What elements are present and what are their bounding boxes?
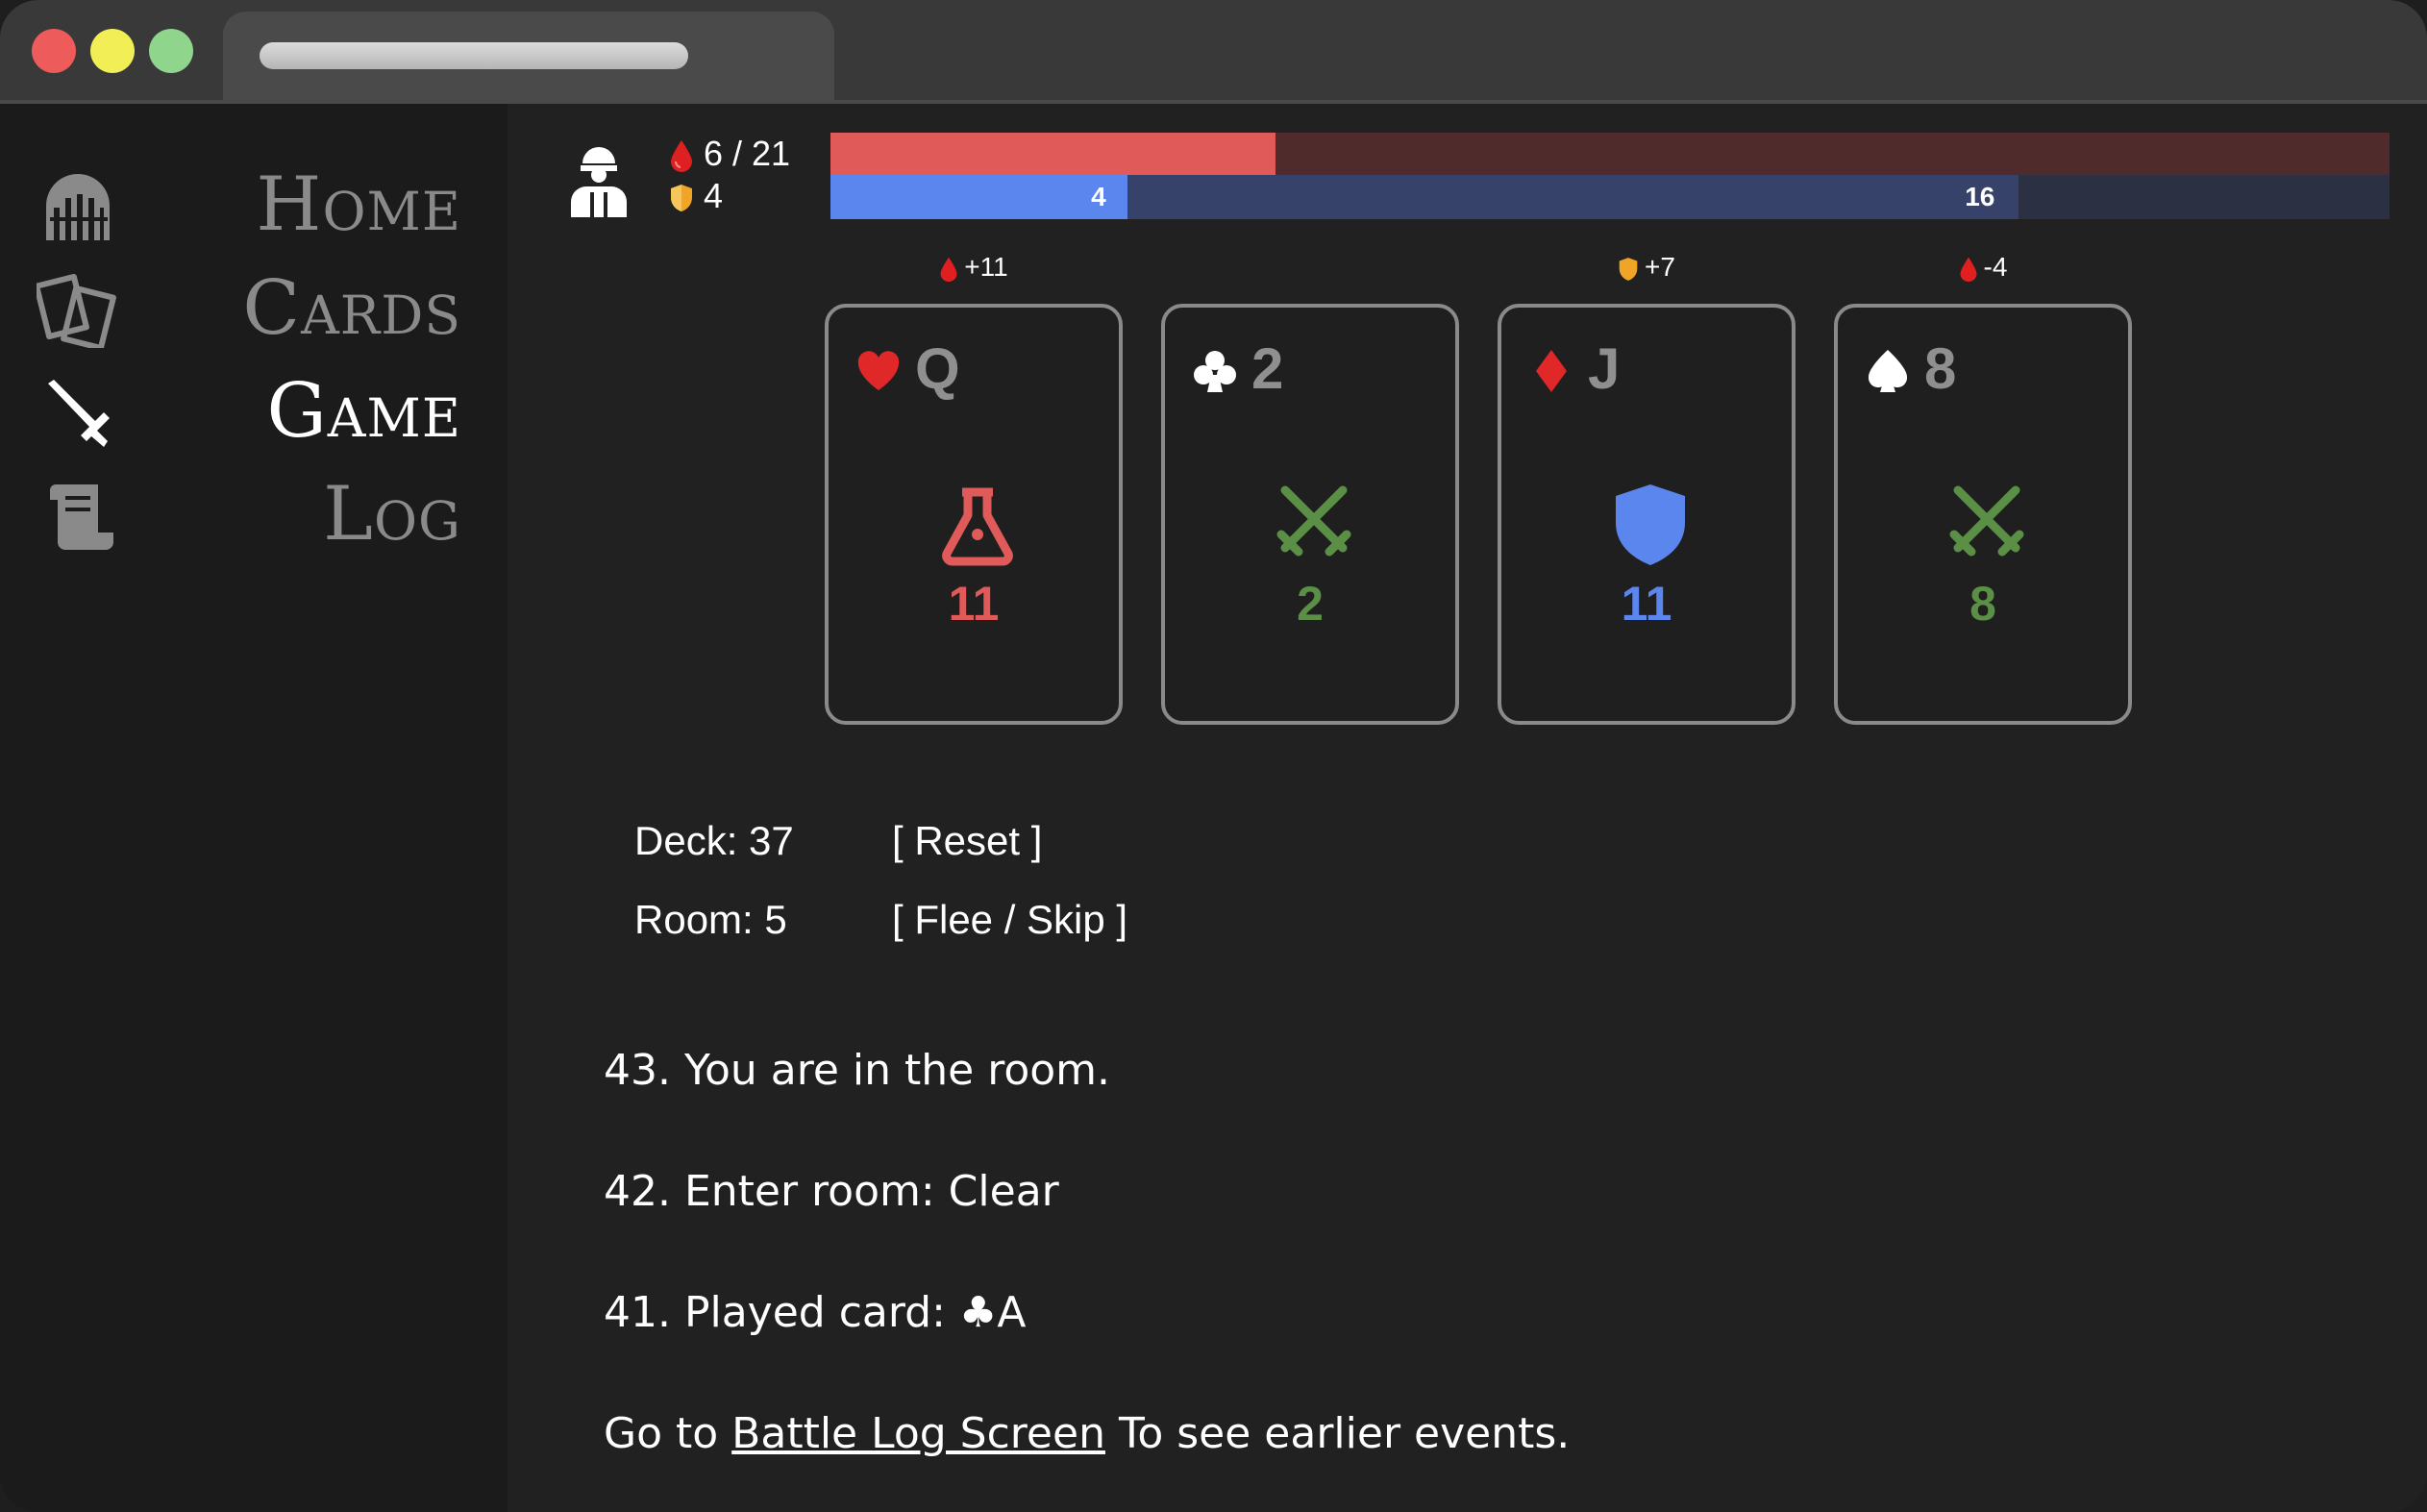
- card-3-value: 11: [1621, 577, 1672, 631]
- dungeon-gate-icon: [46, 174, 110, 240]
- shield-bar-label: 4: [1091, 182, 1106, 211]
- card-1-effect-text: +11: [964, 252, 1008, 282]
- nav-label-cards: Cards: [242, 265, 461, 352]
- hero-icon: [571, 147, 627, 217]
- log-footer-prefix: Go to: [604, 1409, 732, 1458]
- nav-item-home[interactable]: Home: [0, 152, 508, 248]
- shield-icon: [1616, 484, 1685, 565]
- blood-drop-icon: [1960, 257, 1977, 282]
- nav-label-log: Log: [323, 471, 461, 558]
- card-4-effect-text: -4: [1983, 252, 2008, 282]
- durability-bar-label: 16: [1965, 182, 1995, 211]
- log-footer: Go to Battle Log Screen To see earlier e…: [604, 1407, 1570, 1461]
- battle-log-link[interactable]: Battle Log Screen: [731, 1409, 1105, 1458]
- crossed-swords-icon: [1949, 485, 2024, 557]
- nav-item-cards[interactable]: Cards: [0, 256, 508, 352]
- card-4-value: 8: [1969, 577, 1996, 631]
- title-bar: [0, 0, 2427, 104]
- shield-small-icon: [671, 185, 692, 212]
- deck-count: Deck: 37: [634, 818, 794, 863]
- flee-skip-button[interactable]: [ Flee / Skip ]: [892, 896, 1127, 944]
- maximize-window-button[interactable]: [149, 29, 193, 73]
- card-2-rank: 2: [1251, 336, 1284, 401]
- stat-bars: 4 16: [830, 133, 2390, 219]
- game-panel: 6 / 21 4 4 16 +11 Q 11 2 2 +7 J 11 -4 8 …: [508, 104, 2427, 1512]
- card-4-rank: 8: [1924, 336, 1957, 401]
- close-window-button[interactable]: [32, 29, 76, 73]
- health-bar-fill: [830, 133, 1276, 175]
- browser-window: Home Cards Game Log 6 / 21 4 4 16 +11 Q …: [0, 0, 2427, 1512]
- log-entry: 42. Enter room: Clear: [604, 1167, 1059, 1216]
- sword-icon: [48, 380, 110, 447]
- card-3-rank: J: [1588, 336, 1621, 401]
- shield-stat: 4: [669, 177, 723, 215]
- cards-icon: [37, 273, 116, 348]
- room-count: Room: 5: [634, 897, 787, 942]
- log-entry: 41. Played card: ♣A: [604, 1288, 1027, 1337]
- sidebar: Home Cards Game Log: [0, 104, 508, 1512]
- card-4-effect: -4: [1834, 248, 2132, 286]
- nav-item-game[interactable]: Game: [0, 359, 508, 455]
- nav-item-log[interactable]: Log: [0, 461, 508, 558]
- card-1-rank: Q: [915, 336, 960, 401]
- health-stat: 6 / 21: [669, 135, 790, 173]
- nav-label-home: Home: [256, 161, 461, 248]
- card-3-effect: +7: [1498, 248, 1795, 286]
- club-suit-icon: [1194, 351, 1236, 392]
- card-2-value: 2: [1297, 577, 1324, 631]
- card-1-value: 11: [948, 577, 1000, 631]
- heart-suit-icon: [857, 351, 900, 390]
- minimize-window-button[interactable]: [90, 29, 135, 73]
- browser-tab[interactable]: [223, 12, 834, 104]
- reset-button[interactable]: [ Reset ]: [892, 817, 1042, 865]
- card-1[interactable]: Q 11: [825, 304, 1123, 725]
- blood-drop-icon: [671, 140, 692, 173]
- crossed-swords-icon: [1276, 485, 1351, 557]
- card-1-effect: +11: [825, 248, 1123, 286]
- nav-label-game: Game: [266, 368, 461, 455]
- card-3-effect-text: +7: [1645, 252, 1675, 282]
- scroll-icon: [50, 484, 113, 550]
- tab-title-placeholder: [260, 42, 688, 69]
- log-entry: 43. You are in the room.: [604, 1046, 1111, 1095]
- diamond-suit-icon: [1536, 350, 1567, 392]
- shield-text: 4: [704, 176, 724, 215]
- shield-small-icon: [1619, 257, 1638, 281]
- potion-icon: [942, 487, 1013, 566]
- card-4[interactable]: 8 8: [1834, 304, 2132, 725]
- spade-suit-icon: [1868, 350, 1908, 392]
- health-text: 6 / 21: [704, 134, 791, 173]
- card-3[interactable]: J 11: [1498, 304, 1795, 725]
- card-2[interactable]: 2 2: [1161, 304, 1459, 725]
- log-footer-suffix: To see earlier events.: [1104, 1409, 1571, 1458]
- blood-drop-icon: [940, 257, 957, 282]
